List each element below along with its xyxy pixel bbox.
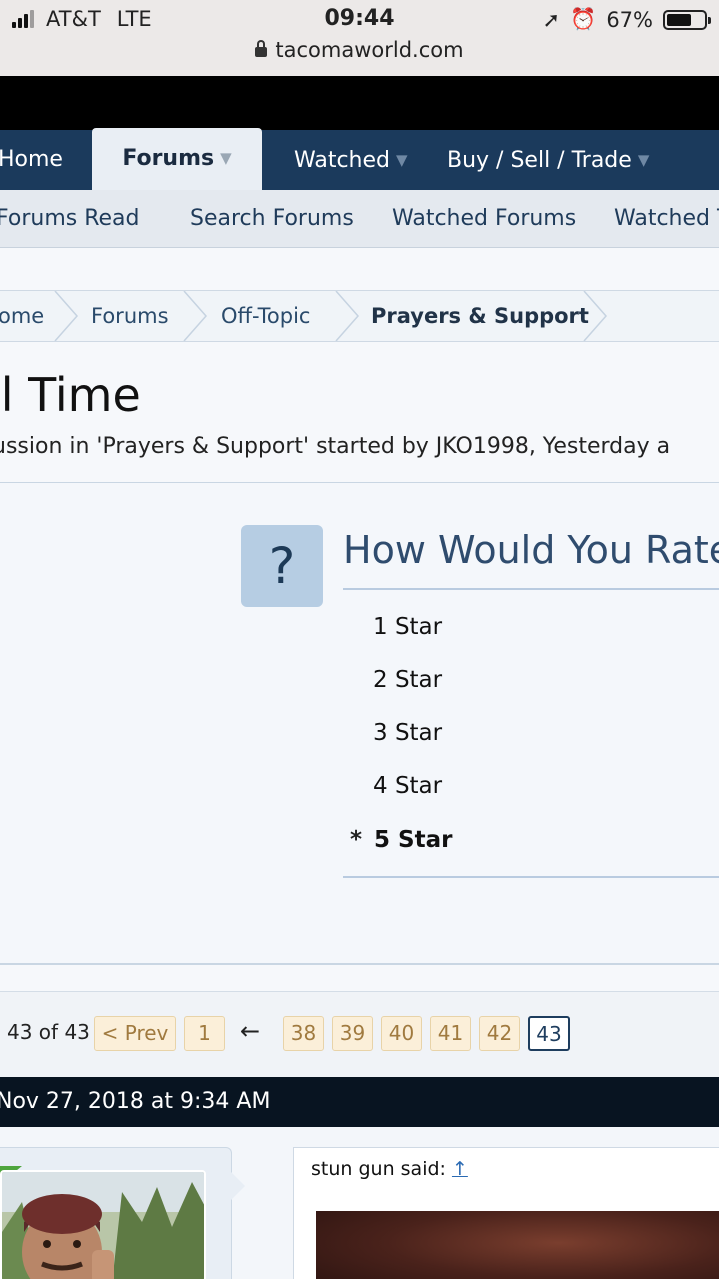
left-arrow-icon: ← xyxy=(240,1017,261,1045)
url-text: tacomaworld.com xyxy=(275,38,464,62)
breadcrumb-separator-icon xyxy=(583,291,607,341)
page-button[interactable]: 41 xyxy=(430,1016,471,1051)
crumb-forums[interactable]: Forums xyxy=(91,291,169,341)
battery-icon xyxy=(663,9,711,30)
tab-home-label: Home xyxy=(0,147,63,172)
sublink-watched-threads[interactable]: Watched T xyxy=(614,190,719,248)
tab-watched-label: Watched xyxy=(294,148,390,173)
avatar-image xyxy=(2,1172,204,1279)
quoted-image xyxy=(316,1211,719,1279)
tab-home[interactable]: Home xyxy=(0,130,63,190)
tab-forums[interactable]: Forums ▼ xyxy=(92,128,262,190)
location-icon: ➚ xyxy=(542,7,561,32)
tab-buy-sell-label: Buy / Sell / Trade xyxy=(447,148,632,173)
selected-marker: * xyxy=(350,827,363,853)
page-button[interactable]: 40 xyxy=(381,1016,422,1051)
prev-page-button[interactable]: < Prev xyxy=(94,1016,176,1051)
poll-option: 1 Star xyxy=(373,614,443,640)
avatar[interactable] xyxy=(0,1170,206,1279)
chevron-down-icon: ▼ xyxy=(396,151,408,169)
quote-author: stun gun said: xyxy=(311,1158,446,1180)
chevron-down-icon: ▼ xyxy=(220,149,232,167)
site-header xyxy=(0,76,719,130)
status-bar: AT&T LTE 09:44 ➚ ⏰ 67% tacomaworld.com xyxy=(0,0,719,76)
question-icon: ? xyxy=(241,525,323,607)
alarm-icon: ⏰ xyxy=(570,7,597,31)
tab-watched[interactable]: Watched ▼ xyxy=(294,130,408,190)
address-bar[interactable]: tacomaworld.com xyxy=(0,38,719,62)
breadcrumb: ome Forums Off-Topic Prayers & Support xyxy=(0,290,719,342)
crumb-off-topic[interactable]: Off-Topic xyxy=(221,291,310,341)
poll-divider xyxy=(343,876,719,878)
page-count: 43 of 43 xyxy=(7,1020,90,1044)
thread-meta: ussion in 'Prayers & Support' started by… xyxy=(0,434,671,459)
battery-percent: 67% xyxy=(606,7,653,32)
breadcrumb-separator-icon xyxy=(54,291,78,341)
main-nav: Home Forums ▼ Watched ▼ Buy / Sell / Trade… xyxy=(0,128,719,190)
main-content: ome Forums Off-Topic Prayers & Support i… xyxy=(0,248,719,1279)
poll-divider xyxy=(343,588,719,590)
quote-header: stun gun said: ↑ xyxy=(311,1158,468,1180)
sublink-forums-read[interactable]: Forums Read xyxy=(0,190,139,248)
chevron-down-icon: ▼ xyxy=(637,151,650,169)
status-right: ➚ ⏰ 67% xyxy=(542,7,711,32)
page-button[interactable]: 39 xyxy=(332,1016,373,1051)
crumb-home[interactable]: ome xyxy=(0,291,44,341)
tab-forums-label: Forums xyxy=(122,146,215,171)
page-button[interactable]: 38 xyxy=(283,1016,324,1051)
poll-option: 3 Star xyxy=(373,720,443,746)
breadcrumb-separator-icon xyxy=(335,291,359,341)
poll-title: How Would You Rate xyxy=(343,528,719,572)
crumb-prayers-support[interactable]: Prayers & Support xyxy=(371,291,589,341)
pagination: 43 of 43 < Prev 1 ← 38 39 40 41 42 43 xyxy=(0,991,719,1077)
breadcrumb-separator-icon xyxy=(183,291,207,341)
quote-jump-link[interactable]: ↑ xyxy=(452,1158,468,1180)
sublink-watched-forums[interactable]: Watched Forums xyxy=(392,190,576,248)
poll-option: 4 Star xyxy=(373,773,443,799)
page-button[interactable]: 42 xyxy=(479,1016,520,1051)
sublink-search-forums[interactable]: Search Forums xyxy=(190,190,354,248)
page-button[interactable]: 1 xyxy=(184,1016,225,1051)
poll-option-selected: 5 Star xyxy=(374,827,453,853)
post-date: Nov 27, 2018 at 9:34 AM xyxy=(0,1089,271,1114)
sub-nav: Forums Read Search Forums Watched Forums… xyxy=(0,190,719,248)
post: stun gun said: ↑ xyxy=(0,1127,719,1279)
poll-option: 2 Star xyxy=(373,667,443,693)
thread-title: il Time xyxy=(0,368,141,422)
tab-buy-sell-trade[interactable]: Buy / Sell / Trade ▼ xyxy=(447,130,649,190)
current-page-button[interactable]: 43 xyxy=(528,1016,570,1051)
post-date-bar: Nov 27, 2018 at 9:34 AM xyxy=(0,1077,719,1127)
quote-block: stun gun said: ↑ xyxy=(293,1147,719,1279)
lock-icon xyxy=(255,40,268,57)
